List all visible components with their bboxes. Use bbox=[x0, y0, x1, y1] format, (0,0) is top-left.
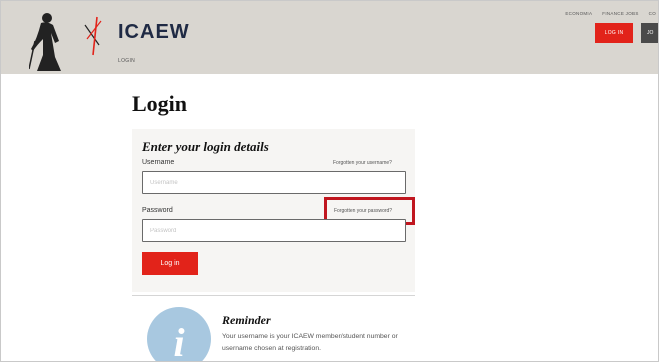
login-submit-button[interactable]: Log in bbox=[142, 252, 198, 275]
info-icon-glyph: i bbox=[173, 320, 185, 362]
password-input[interactable] bbox=[142, 219, 406, 242]
password-label: Password bbox=[142, 207, 173, 214]
forgot-username-link[interactable]: Forgotten your username? bbox=[333, 160, 392, 166]
browser-viewport: ICAEW LOGIN ECONOMIA FINANCE JOBS CO LOG… bbox=[0, 0, 659, 362]
reminder-text: Your username is your ICAEW member/stude… bbox=[222, 333, 398, 352]
reminder-title: Reminder bbox=[222, 313, 271, 327]
breadcrumb: LOGIN bbox=[118, 58, 136, 64]
login-form-heading: Enter your login details bbox=[142, 139, 269, 154]
top-link-truncated[interactable]: CO bbox=[649, 11, 656, 16]
header-login-button[interactable]: LOG IN bbox=[595, 23, 633, 43]
icaew-logo-figure-icon[interactable] bbox=[29, 11, 113, 75]
top-link-finance-jobs[interactable]: FINANCE JOBS bbox=[602, 11, 638, 16]
top-nav-links: ECONOMIA FINANCE JOBS CO bbox=[565, 11, 656, 16]
section-divider bbox=[132, 295, 415, 296]
username-label: Username bbox=[142, 159, 175, 166]
page-title: Login bbox=[132, 91, 188, 116]
top-link-economia[interactable]: ECONOMIA bbox=[565, 11, 592, 16]
header-join-button[interactable]: JO bbox=[641, 23, 658, 43]
username-input[interactable] bbox=[142, 171, 406, 194]
brand-name[interactable]: ICAEW bbox=[118, 21, 190, 44]
info-icon: i bbox=[147, 307, 211, 362]
site-header: ICAEW LOGIN ECONOMIA FINANCE JOBS CO LOG… bbox=[1, 1, 658, 74]
